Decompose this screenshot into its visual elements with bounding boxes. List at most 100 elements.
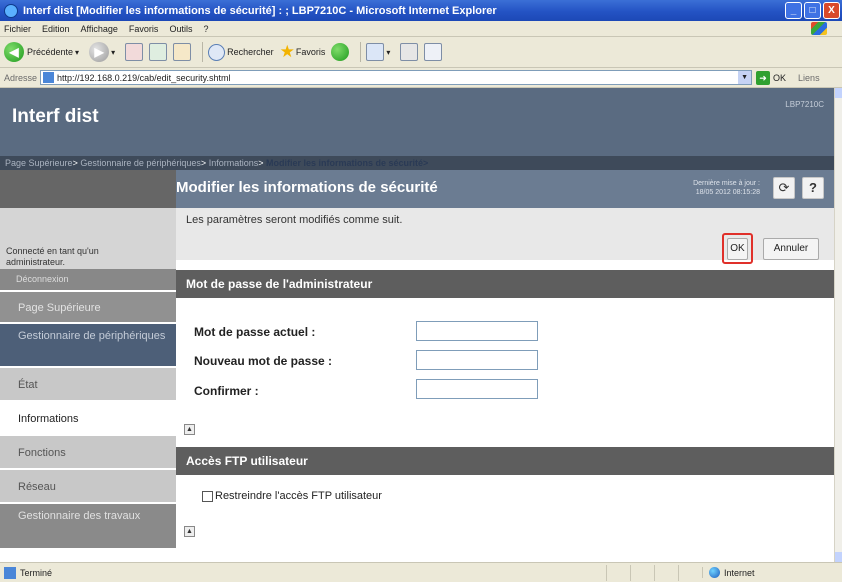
- close-button[interactable]: X: [823, 2, 840, 19]
- menu-view[interactable]: Affichage: [81, 24, 118, 34]
- sidebar-item-status[interactable]: État: [0, 368, 176, 402]
- sidebar-item-network[interactable]: Réseau: [0, 470, 176, 504]
- breadcrumb-link-top[interactable]: Page Supérieure: [5, 158, 73, 168]
- stop-button[interactable]: [125, 43, 144, 61]
- notice-area: Les paramètres seront modifiés comme sui…: [176, 208, 834, 264]
- sidebar-item-device-manager[interactable]: Gestionnaire de périphériques: [0, 324, 176, 368]
- address-bar: Adresse http://192.168.0.219/cab/edit_se…: [0, 68, 842, 88]
- ok-button[interactable]: OK: [727, 238, 748, 260]
- status-cell: [630, 564, 654, 581]
- current-password-input[interactable]: [416, 321, 538, 341]
- history-icon: [331, 43, 350, 61]
- current-password-label: Mot de passe actuel :: [194, 325, 316, 339]
- restrict-ftp-row[interactable]: Restreindre l'accès FTP utilisateur: [202, 490, 382, 502]
- refresh-browser-button[interactable]: [149, 43, 168, 61]
- status-cells: [606, 564, 702, 581]
- windows-logo-icon: [811, 22, 827, 35]
- menu-edit[interactable]: Edition: [42, 24, 70, 34]
- address-input[interactable]: http://192.168.0.219/cab/edit_security.s…: [40, 70, 753, 85]
- page-done-icon: [4, 566, 16, 579]
- logout-button[interactable]: Déconnexion: [0, 269, 176, 290]
- address-label: Adresse: [4, 72, 38, 83]
- back-button[interactable]: ◀ Précédente ▾: [4, 42, 83, 62]
- minimize-button[interactable]: _: [785, 2, 802, 19]
- menu-favorites[interactable]: Favoris: [129, 24, 159, 34]
- menu-file[interactable]: Fichier: [4, 24, 31, 34]
- print-button[interactable]: [400, 43, 419, 61]
- status-bar: Terminé Internet: [0, 562, 842, 582]
- address-url: http://192.168.0.219/cab/edit_security.s…: [57, 72, 231, 83]
- sidebar-item-informations[interactable]: Informations: [0, 402, 176, 436]
- breadcrumb: Page Supérieure> Gestionnaire de périphé…: [0, 156, 834, 170]
- section-admin-password: Mot de passe de l'administrateur: [176, 270, 834, 298]
- breadcrumb-separator: >: [258, 158, 264, 168]
- page-title: Modifier les informations de sécurité: [176, 179, 438, 196]
- mail-icon: [366, 43, 385, 61]
- breadcrumb-link-device-manager[interactable]: Gestionnaire de périphériques: [80, 158, 201, 168]
- favorites-button[interactable]: ★ Favoris: [280, 42, 326, 62]
- edit-button[interactable]: [424, 43, 443, 61]
- forward-arrow-icon: ▶: [89, 42, 110, 62]
- history-button[interactable]: [331, 43, 350, 61]
- back-to-top-icon[interactable]: ▲: [184, 424, 195, 435]
- printer-model: LBP7210C: [785, 100, 824, 109]
- globe-icon: [709, 567, 720, 578]
- site-header: Interf dist LBP7210C: [0, 88, 834, 156]
- help-icon: ?: [809, 180, 817, 195]
- refresh-button[interactable]: ⟳: [773, 177, 795, 199]
- maximize-button[interactable]: □: [804, 2, 821, 19]
- restrict-ftp-checkbox[interactable]: [202, 490, 213, 502]
- web-page: Interf dist LBP7210C Page Supérieure> Ge…: [0, 88, 834, 562]
- home-button[interactable]: [173, 43, 192, 61]
- mail-dropdown-icon[interactable]: ▾: [386, 48, 390, 57]
- menu-bar: Fichier Edition Affichage Favoris Outils…: [0, 21, 842, 37]
- favorites-label: Favoris: [295, 47, 326, 57]
- confirm-password-input[interactable]: [416, 379, 538, 399]
- links-button[interactable]: Liens: [798, 73, 820, 83]
- go-button[interactable]: ➜ OK: [756, 70, 786, 85]
- back-to-top-icon[interactable]: ▲: [184, 526, 195, 537]
- notice-text: Les paramètres seront modifiés comme sui…: [186, 214, 403, 226]
- last-update-label: Dernière mise à jour :: [693, 180, 760, 187]
- window-titlebar: Interf dist [Modifier les informations d…: [0, 0, 842, 21]
- breadcrumb-link-informations[interactable]: Informations: [209, 158, 259, 168]
- browser-toolbar: ◀ Précédente ▾ ▶ ▾ Rechercher ★ Favoris …: [0, 37, 842, 68]
- new-password-input[interactable]: [416, 350, 538, 370]
- search-icon: [208, 43, 226, 61]
- sidebar-item-functions[interactable]: Fonctions: [0, 436, 176, 470]
- menu-help[interactable]: ?: [203, 24, 208, 34]
- page-scrollbar[interactable]: [834, 88, 842, 562]
- go-arrow-icon: ➜: [756, 70, 771, 85]
- site-title: Interf dist: [12, 106, 99, 127]
- printer-icon: [400, 43, 419, 61]
- scroll-down-icon[interactable]: [835, 552, 842, 562]
- mail-button[interactable]: ▾: [366, 43, 394, 61]
- sidebar-item-top-page[interactable]: Page Supérieure: [0, 292, 176, 324]
- back-label: Précédente: [27, 47, 74, 57]
- last-update: Dernière mise à jour : 18/05 2012 08:15:…: [693, 179, 760, 197]
- status-cell: [678, 564, 702, 581]
- last-update-value: 18/05 2012 08:15:28: [695, 189, 760, 196]
- sidebar-item-job-manager[interactable]: Gestionnaire des travaux: [0, 504, 176, 550]
- security-zone: Internet: [702, 567, 842, 578]
- zone-label: Internet: [724, 567, 755, 578]
- forward-dropdown-icon[interactable]: ▾: [111, 48, 115, 57]
- search-button[interactable]: Rechercher: [208, 43, 274, 61]
- menu-tools[interactable]: Outils: [169, 24, 192, 34]
- new-password-label: Nouveau mot de passe :: [194, 354, 333, 368]
- breadcrumb-separator: >: [200, 158, 207, 168]
- search-label: Rechercher: [227, 47, 274, 57]
- edit-page-icon: [424, 43, 443, 61]
- main-content: Les paramètres seront modifiés comme sui…: [176, 208, 834, 562]
- back-dropdown-icon[interactable]: ▾: [75, 48, 79, 57]
- address-dropdown-icon[interactable]: ▼: [738, 71, 752, 84]
- help-button[interactable]: ?: [802, 177, 824, 199]
- breadcrumb-separator: >: [72, 158, 78, 168]
- back-arrow-icon: ◀: [4, 42, 24, 62]
- forward-button[interactable]: ▶ ▾: [89, 42, 119, 62]
- stop-icon: [125, 43, 144, 61]
- scroll-up-icon[interactable]: [835, 88, 842, 98]
- page-title-bar: Modifier les informations de sécurité De…: [176, 170, 834, 208]
- cancel-button[interactable]: Annuler: [763, 238, 819, 260]
- sidebar-nav: Page Supérieure Gestionnaire de périphér…: [0, 292, 176, 550]
